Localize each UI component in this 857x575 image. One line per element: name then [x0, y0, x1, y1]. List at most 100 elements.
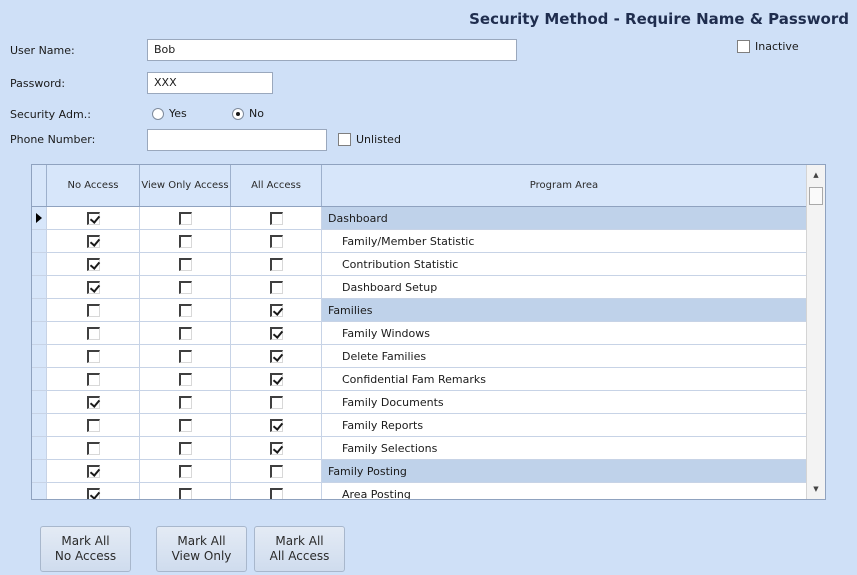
- user-name-input[interactable]: Bob: [147, 39, 517, 61]
- all-access-checkbox[interactable]: [269, 280, 283, 294]
- program-area-column-header[interactable]: Program Area: [322, 165, 807, 206]
- all-access-cell: [231, 368, 322, 390]
- all-access-checkbox[interactable]: [269, 418, 283, 432]
- row-selector[interactable]: [32, 230, 47, 252]
- table-row[interactable]: Families: [32, 299, 807, 322]
- view-only-checkbox[interactable]: [178, 487, 192, 499]
- mark-all-all-access-button[interactable]: Mark All All Access: [254, 526, 345, 572]
- no-access-cell: [47, 345, 140, 367]
- no-access-checkbox[interactable]: [86, 441, 100, 455]
- no-access-checkbox[interactable]: [86, 487, 100, 499]
- row-selector[interactable]: [32, 299, 47, 321]
- no-access-checkbox[interactable]: [86, 418, 100, 432]
- view-only-column-header[interactable]: View Only Access: [140, 165, 231, 206]
- all-access-checkbox[interactable]: [269, 303, 283, 317]
- no-access-cell: [47, 460, 140, 482]
- view-only-checkbox[interactable]: [178, 280, 192, 294]
- mark-all-view-only-button[interactable]: Mark All View Only: [156, 526, 247, 572]
- row-selector[interactable]: [32, 322, 47, 344]
- view-only-checkbox[interactable]: [178, 211, 192, 225]
- all-access-checkbox[interactable]: [269, 211, 283, 225]
- table-row[interactable]: Delete Families: [32, 345, 807, 368]
- all-access-checkbox[interactable]: [269, 349, 283, 363]
- table-row[interactable]: Family Windows: [32, 322, 807, 345]
- all-access-column-header[interactable]: All Access: [231, 165, 322, 206]
- table-row[interactable]: Family Selections: [32, 437, 807, 460]
- all-access-cell: [231, 460, 322, 482]
- scroll-down-icon[interactable]: ▼: [807, 481, 825, 497]
- security-adm-no-option[interactable]: No: [232, 107, 264, 120]
- all-access-checkbox[interactable]: [269, 487, 283, 499]
- all-access-checkbox[interactable]: [269, 395, 283, 409]
- no-access-checkbox[interactable]: [86, 349, 100, 363]
- row-selector[interactable]: [32, 483, 47, 499]
- row-selector[interactable]: [32, 460, 47, 482]
- mark-all-no-access-button[interactable]: Mark All No Access: [40, 526, 131, 572]
- all-access-cell: [231, 322, 322, 344]
- program-area-cell: Dashboard Setup: [322, 276, 807, 298]
- all-access-checkbox[interactable]: [269, 234, 283, 248]
- no-access-cell: [47, 414, 140, 436]
- all-access-checkbox[interactable]: [269, 441, 283, 455]
- view-only-checkbox[interactable]: [178, 257, 192, 271]
- phone-number-input[interactable]: [147, 129, 327, 151]
- program-area-cell: Family Windows: [322, 322, 807, 344]
- all-access-checkbox[interactable]: [269, 326, 283, 340]
- no-access-checkbox[interactable]: [86, 464, 100, 478]
- all-access-checkbox[interactable]: [269, 257, 283, 271]
- table-row[interactable]: Confidential Fam Remarks: [32, 368, 807, 391]
- unlisted-checkbox[interactable]: [338, 133, 351, 146]
- table-row[interactable]: Family Posting: [32, 460, 807, 483]
- no-access-checkbox[interactable]: [86, 326, 100, 340]
- unlisted-option[interactable]: Unlisted: [338, 133, 401, 146]
- view-only-checkbox[interactable]: [178, 234, 192, 248]
- row-selector[interactable]: [32, 437, 47, 459]
- all-access-checkbox[interactable]: [269, 464, 283, 478]
- table-row[interactable]: Family Reports: [32, 414, 807, 437]
- view-only-checkbox[interactable]: [178, 441, 192, 455]
- password-input[interactable]: XXX: [147, 72, 273, 94]
- security-adm-yes-radio[interactable]: [152, 107, 164, 120]
- view-only-checkbox[interactable]: [178, 418, 192, 432]
- scroll-up-icon[interactable]: ▲: [807, 167, 825, 183]
- view-only-checkbox[interactable]: [178, 349, 192, 363]
- no-access-checkbox[interactable]: [86, 257, 100, 271]
- all-access-cell: [231, 437, 322, 459]
- table-row[interactable]: Contribution Statistic: [32, 253, 807, 276]
- view-only-checkbox[interactable]: [178, 464, 192, 478]
- no-access-column-header[interactable]: No Access: [47, 165, 140, 206]
- view-only-checkbox[interactable]: [178, 326, 192, 340]
- table-row[interactable]: Family/Member Statistic: [32, 230, 807, 253]
- table-row[interactable]: Dashboard: [32, 207, 807, 230]
- row-selector[interactable]: [32, 345, 47, 367]
- table-row[interactable]: Dashboard Setup: [32, 276, 807, 299]
- row-selector[interactable]: [32, 253, 47, 275]
- no-access-checkbox[interactable]: [86, 211, 100, 225]
- view-only-cell: [140, 414, 231, 436]
- view-only-checkbox[interactable]: [178, 303, 192, 317]
- grid-scrollbar[interactable]: ▲ ▼: [806, 165, 825, 499]
- row-selector[interactable]: [32, 368, 47, 390]
- table-row[interactable]: Family Documents: [32, 391, 807, 414]
- program-area-cell: Area Posting: [322, 483, 807, 499]
- scroll-thumb[interactable]: [809, 187, 823, 205]
- no-access-checkbox[interactable]: [86, 280, 100, 294]
- all-access-cell: [231, 483, 322, 499]
- no-access-checkbox[interactable]: [86, 234, 100, 248]
- all-access-checkbox[interactable]: [269, 372, 283, 386]
- row-selector[interactable]: [32, 276, 47, 298]
- row-selector[interactable]: [32, 207, 47, 229]
- inactive-option[interactable]: Inactive: [737, 40, 799, 53]
- security-adm-yes-option[interactable]: Yes: [152, 107, 187, 120]
- no-access-checkbox[interactable]: [86, 395, 100, 409]
- all-access-cell: [231, 207, 322, 229]
- inactive-checkbox[interactable]: [737, 40, 750, 53]
- table-row[interactable]: Area Posting: [32, 483, 807, 499]
- security-adm-no-radio[interactable]: [232, 107, 244, 120]
- no-access-checkbox[interactable]: [86, 303, 100, 317]
- row-selector[interactable]: [32, 414, 47, 436]
- view-only-checkbox[interactable]: [178, 372, 192, 386]
- no-access-checkbox[interactable]: [86, 372, 100, 386]
- row-selector[interactable]: [32, 391, 47, 413]
- view-only-checkbox[interactable]: [178, 395, 192, 409]
